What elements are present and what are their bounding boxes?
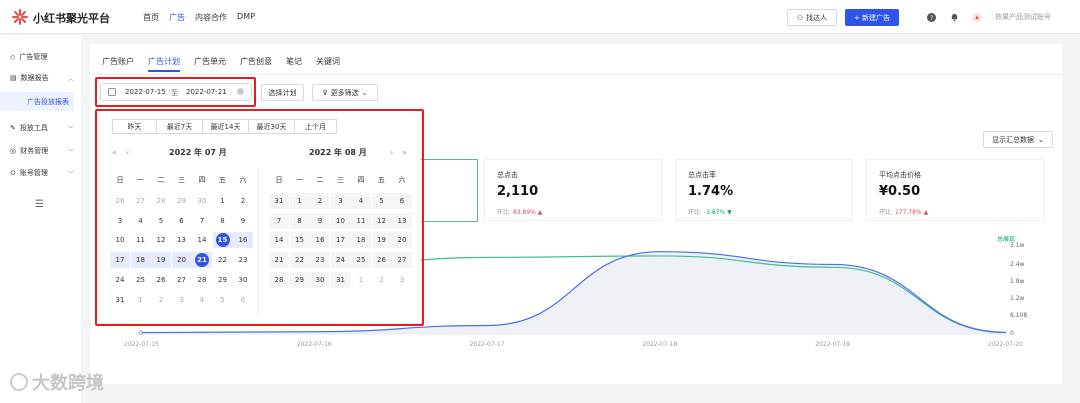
account-name[interactable]: 效果产品测试账号 xyxy=(995,12,1051,22)
report-icon: ▤ xyxy=(10,74,17,82)
nav-home[interactable]: 首页 xyxy=(143,12,159,23)
x-tick-label: 2022-07-20 xyxy=(988,341,1023,348)
sidebar-item-label: 财务管理 xyxy=(20,147,49,155)
watermark: 大数跨境 xyxy=(10,369,104,395)
chevron-down-icon: ﹀ xyxy=(67,148,74,156)
x-tick-label: 2022-07-17 xyxy=(469,341,505,348)
logo-icon xyxy=(12,9,28,25)
x-tick-label: 2022-07-18 xyxy=(642,341,678,348)
sidebar-subitem-label: 广告投放报表 xyxy=(27,98,69,106)
y-tick-label: 6,108 xyxy=(1010,312,1028,319)
filter-icon: ⊽ xyxy=(322,88,328,97)
stat-value: ¥0.50 xyxy=(879,184,921,199)
svg-text:?: ? xyxy=(929,14,932,21)
chevron-up-icon: ︿ xyxy=(67,75,74,83)
selected-card-edge xyxy=(420,159,478,222)
watermark-logo-icon xyxy=(10,373,28,391)
stat-compare: 环比: 83.89% ▲ xyxy=(497,209,543,216)
help-icon[interactable]: ? xyxy=(926,12,936,22)
tab-unit[interactable]: 广告单元 xyxy=(194,56,226,72)
stat-label: 总点击率 xyxy=(688,171,716,179)
find-talent-label: 找达人 xyxy=(806,13,828,22)
tab-account[interactable]: 广告账户 xyxy=(102,56,134,72)
tab-notes[interactable]: 笔记 xyxy=(286,56,302,72)
sidebar: ◇ 广告管理 ▤ 数据报告 ︿ 广告投放报表 ✎ 投放工具 ﹀ ◎ 财务管理 ﹀… xyxy=(0,35,81,403)
up-arrow-icon: ▲ xyxy=(923,209,929,216)
y-tick-label: 0 xyxy=(1010,330,1014,337)
y-tick-label: 1.2w xyxy=(1010,295,1025,302)
account-icon: ⊙ xyxy=(10,169,16,177)
nav-ads[interactable]: 广告 xyxy=(169,12,185,23)
bell-icon[interactable] xyxy=(949,12,959,22)
user-icon: ⚇ xyxy=(796,13,804,22)
top-bar: 小红书聚光平台 首页 广告 内容合作 DMP ⚇ 找达人 + 新建广告 ? 效果… xyxy=(0,0,1080,34)
select-plan-button[interactable]: 选择计划 xyxy=(261,84,304,101)
sidebar-item-label: 账号管理 xyxy=(19,169,48,177)
more-filter-button[interactable]: ⊽ 更多筛选 ⌄ xyxy=(312,84,378,101)
x-tick-label: 2022-07-15 xyxy=(124,341,159,348)
chevron-down-icon: ﹀ xyxy=(67,125,74,133)
sidebar-item-account[interactable]: ⊙ 账号管理 ﹀ xyxy=(10,168,74,178)
sidebar-item-label: 数据报告 xyxy=(20,74,49,82)
sidebar-item-finance[interactable]: ◎ 财务管理 ﹀ xyxy=(10,146,74,156)
tool-icon: ✎ xyxy=(10,124,16,132)
stat-compare: 环比: -3.87% ▼ xyxy=(688,209,732,216)
y-tick-label: 1.8w xyxy=(1010,278,1025,285)
tab-creative[interactable]: 广告创意 xyxy=(240,56,272,72)
new-ad-button[interactable]: + 新建广告 xyxy=(845,9,899,26)
sidebar-item-report[interactable]: ▤ 数据报告 ︿ xyxy=(10,73,74,83)
stat-value: 2,110 xyxy=(497,184,539,199)
down-arrow-icon: ▼ xyxy=(727,209,732,216)
chevron-down-icon: ⌄ xyxy=(1038,135,1044,144)
brand-name: 小红书聚光平台 xyxy=(33,12,110,25)
y-tick-label-left: 0 xyxy=(139,330,143,337)
up-arrow-icon: ▲ xyxy=(537,209,543,216)
summary-select[interactable]: 显示汇总数据 ⌄ xyxy=(983,131,1053,148)
stat-card-cpc[interactable]: 平均点击价格 ¥0.50 环比: 177.78% ▲ xyxy=(866,159,1044,221)
tab-divider xyxy=(90,74,1062,75)
sidebar-item-tools[interactable]: ✎ 投放工具 ﹀ xyxy=(10,123,74,133)
tab-plan[interactable]: 广告计划 xyxy=(148,56,180,72)
tab-bar: 广告账户 广告计划 广告单元 广告创意 笔记 关键词 xyxy=(102,56,354,72)
collapse-icon[interactable]: ☰ xyxy=(35,199,44,210)
stat-label: 平均点击价格 xyxy=(879,171,921,179)
find-talent-button[interactable]: ⚇ 找达人 xyxy=(787,9,837,26)
stat-compare: 环比: 177.78% ▲ xyxy=(879,209,929,216)
nav-content[interactable]: 内容合作 xyxy=(195,12,227,23)
new-ad-label: + 新建广告 xyxy=(853,13,891,22)
highlight-box xyxy=(95,109,424,326)
nav-dmp[interactable]: DMP xyxy=(237,12,255,23)
summary-select-label: 显示汇总数据 xyxy=(992,135,1035,144)
tab-keywords[interactable]: 关键词 xyxy=(316,56,340,72)
y-tick-label: 2.4w xyxy=(1010,261,1025,268)
y-tick-label: 3.1w xyxy=(1010,242,1025,249)
chevron-down-icon: ⌄ xyxy=(361,88,368,97)
x-tick-label: 2022-07-16 xyxy=(296,341,332,348)
top-nav: 首页 广告 内容合作 DMP xyxy=(143,12,265,23)
avatar[interactable] xyxy=(972,12,982,22)
more-filter-label: 更多筛选 xyxy=(330,88,359,97)
finance-icon: ◎ xyxy=(10,147,17,155)
sidebar-item-ads[interactable]: ◇ 广告管理 xyxy=(10,52,74,62)
stat-card-clicks[interactable]: 总点击 2,110 环比: 83.89% ▲ xyxy=(484,159,662,221)
stat-card-ctr[interactable]: 总点击率 1.74% 环比: -3.87% ▼ xyxy=(675,159,853,221)
sidebar-item-label: 广告管理 xyxy=(19,53,48,61)
stat-label: 总点击 xyxy=(497,171,518,179)
sidebar-item-label: 投放工具 xyxy=(19,124,48,132)
highlight-box xyxy=(95,77,256,107)
x-tick-label: 2022-07-19 xyxy=(815,341,851,348)
sidebar-subitem-ad-report[interactable]: 广告投放报表 xyxy=(0,92,74,111)
stat-value: 1.74% xyxy=(688,184,734,199)
chevron-down-icon: ﹀ xyxy=(67,170,74,178)
tag-icon: ◇ xyxy=(10,53,16,61)
